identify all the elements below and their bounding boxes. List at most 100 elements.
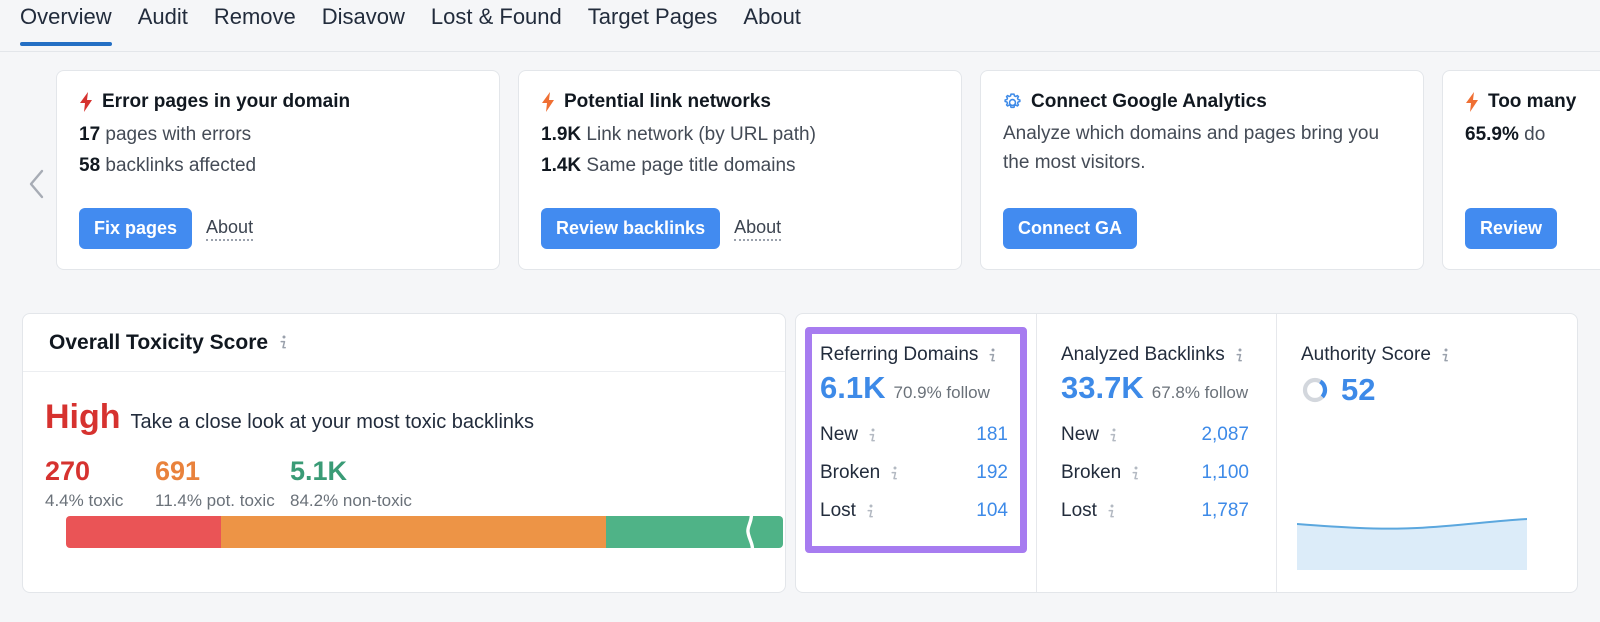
card-description: Analyze which domains and pages bring yo… [1003,119,1401,177]
card-actions: Fix pages About [79,208,253,249]
toxicity-stat-non-toxic: 5.1K 84.2% non-toxic [290,455,412,511]
about-link[interactable]: About [206,217,253,241]
info-icon[interactable] [1439,347,1452,364]
metric-stat-lost: Lost 104 [820,492,1036,530]
toxicity-breakdown: 270 4.4% toxic 691 11.4% pot. toxic 5.1K… [45,455,759,511]
tab-label: Audit [138,4,188,29]
authority-score-value: 52 [1341,372,1375,408]
metric-stat-lost: Lost 1,787 [1061,492,1276,530]
stat-value[interactable]: 1,787 [1173,500,1249,522]
card-header: Potential link networks [541,91,939,113]
info-icon[interactable] [1107,427,1120,444]
card-stat-value: 1.9K [541,124,581,145]
card-actions: Connect GA [1003,208,1137,249]
stat-caption: 4.4% toxic [45,491,155,511]
about-link[interactable]: About [734,217,781,241]
info-icon[interactable] [1105,503,1118,520]
stat-label: Lost [1061,500,1097,522]
fix-pages-button[interactable]: Fix pages [79,208,192,249]
card-stat-value: 1.4K [541,155,581,176]
card-header: Error pages in your domain [79,91,477,113]
stat-value: 270 [45,455,155,487]
authority-score-sparkline [1297,514,1527,570]
metric-follow-ratio: 70.9% follow [893,383,989,403]
stat-value[interactable]: 2,087 [1173,424,1249,446]
metric-follow-ratio: 67.8% follow [1152,383,1248,403]
toxicity-level: High [45,398,121,437]
link-metrics-panel: Referring Domains 6.1K 70.9% follow New … [795,313,1578,593]
info-icon[interactable] [864,503,877,520]
metric-value-row: 6.1K 70.9% follow [820,370,1036,406]
toxicity-stat-potentially-toxic: 691 11.4% pot. toxic [155,455,290,511]
tab-target-pages[interactable]: Target Pages [588,0,718,46]
stat-value: 691 [155,455,290,487]
review-button[interactable]: Review [1465,208,1557,249]
stat-label-wrap: Broken [820,462,932,484]
card-stat-value: 65.9% [1465,124,1519,145]
bar-segment-toxic [66,516,221,548]
metric-title-row: Authority Score [1301,344,1576,366]
info-icon[interactable] [986,347,999,364]
tab-lost-and-found[interactable]: Lost & Found [431,0,562,46]
stat-caption: 11.4% pot. toxic [155,491,290,511]
card-actions: Review backlinks About [541,208,781,249]
card-potential-link-networks[interactable]: Potential link networks 1.9K Link networ… [518,70,962,270]
tab-label: Lost & Found [431,4,562,29]
tab-audit[interactable]: Audit [138,0,188,46]
info-icon[interactable] [277,334,290,351]
metric-stat-new: New 181 [820,416,1036,454]
main-tab-bar: Overview Audit Remove Disavow Lost & Fou… [0,0,1600,52]
card-title: Potential link networks [564,91,771,113]
stat-value: 5.1K [290,455,412,487]
stat-label-wrap: Broken [1061,462,1173,484]
insights-carousel: Error pages in your domain 17 pages with… [0,52,1600,287]
stat-label: Broken [820,462,880,484]
metric-title-row: Analyzed Backlinks [1061,344,1276,366]
card-stat-text: backlinks affected [100,155,256,176]
panel-header: Overall Toxicity Score [23,314,785,372]
info-icon[interactable] [1129,465,1142,482]
review-backlinks-button[interactable]: Review backlinks [541,208,720,249]
tab-overview[interactable]: Overview [20,0,112,46]
tab-label: Disavow [322,4,405,29]
stat-label: New [1061,424,1099,446]
tab-about[interactable]: About [743,0,801,46]
metric-authority-score: Authority Score 52 [1276,314,1576,592]
card-too-many-domains[interactable]: Too many 65.9% do Review [1442,70,1600,270]
stat-value[interactable]: 181 [932,424,1008,446]
stat-value[interactable]: 192 [932,462,1008,484]
stat-label-wrap: New [820,424,932,446]
metric-value-row: 33.7K 67.8% follow [1061,370,1276,406]
card-stat-text: do [1519,124,1545,145]
donut-gauge-icon [1301,376,1329,404]
info-icon[interactable] [888,465,901,482]
metric-stat-broken: Broken 192 [820,454,1036,492]
tab-disavow[interactable]: Disavow [322,0,405,46]
card-connect-google-analytics[interactable]: Connect Google Analytics Analyze which d… [980,70,1424,270]
bolt-icon [541,92,555,112]
metric-value: 6.1K [820,370,885,406]
bolt-icon [1465,92,1479,112]
info-icon[interactable] [1233,347,1246,364]
card-error-pages[interactable]: Error pages in your domain 17 pages with… [56,70,500,270]
stat-caption: 84.2% non-toxic [290,491,412,511]
stat-value[interactable]: 104 [932,500,1008,522]
toxicity-stat-toxic: 270 4.4% toxic [45,455,155,511]
stat-label-wrap: New [1061,424,1173,446]
toxicity-summary: High Take a close look at your most toxi… [45,398,759,437]
info-icon[interactable] [866,427,879,444]
carousel-prev-button[interactable] [22,164,52,204]
card-stat-value: 58 [79,155,100,176]
overall-toxicity-score-panel: Overall Toxicity Score High Take a close… [22,313,786,593]
card-stat-line: 58 backlinks affected [79,150,477,181]
stat-value[interactable]: 1,100 [1173,462,1249,484]
stat-label-wrap: Lost [1061,500,1173,522]
toxicity-distribution-bar [66,516,783,548]
card-stat-line: 1.4K Same page title domains [541,150,939,181]
toxicity-subtitle: Take a close look at your most toxic bac… [131,411,535,434]
metric-analyzed-backlinks: Analyzed Backlinks 33.7K 67.8% follow Ne… [1036,314,1276,592]
bolt-icon [79,92,93,112]
tab-remove[interactable]: Remove [214,0,296,46]
metric-stat-broken: Broken 1,100 [1061,454,1276,492]
connect-ga-button[interactable]: Connect GA [1003,208,1137,249]
